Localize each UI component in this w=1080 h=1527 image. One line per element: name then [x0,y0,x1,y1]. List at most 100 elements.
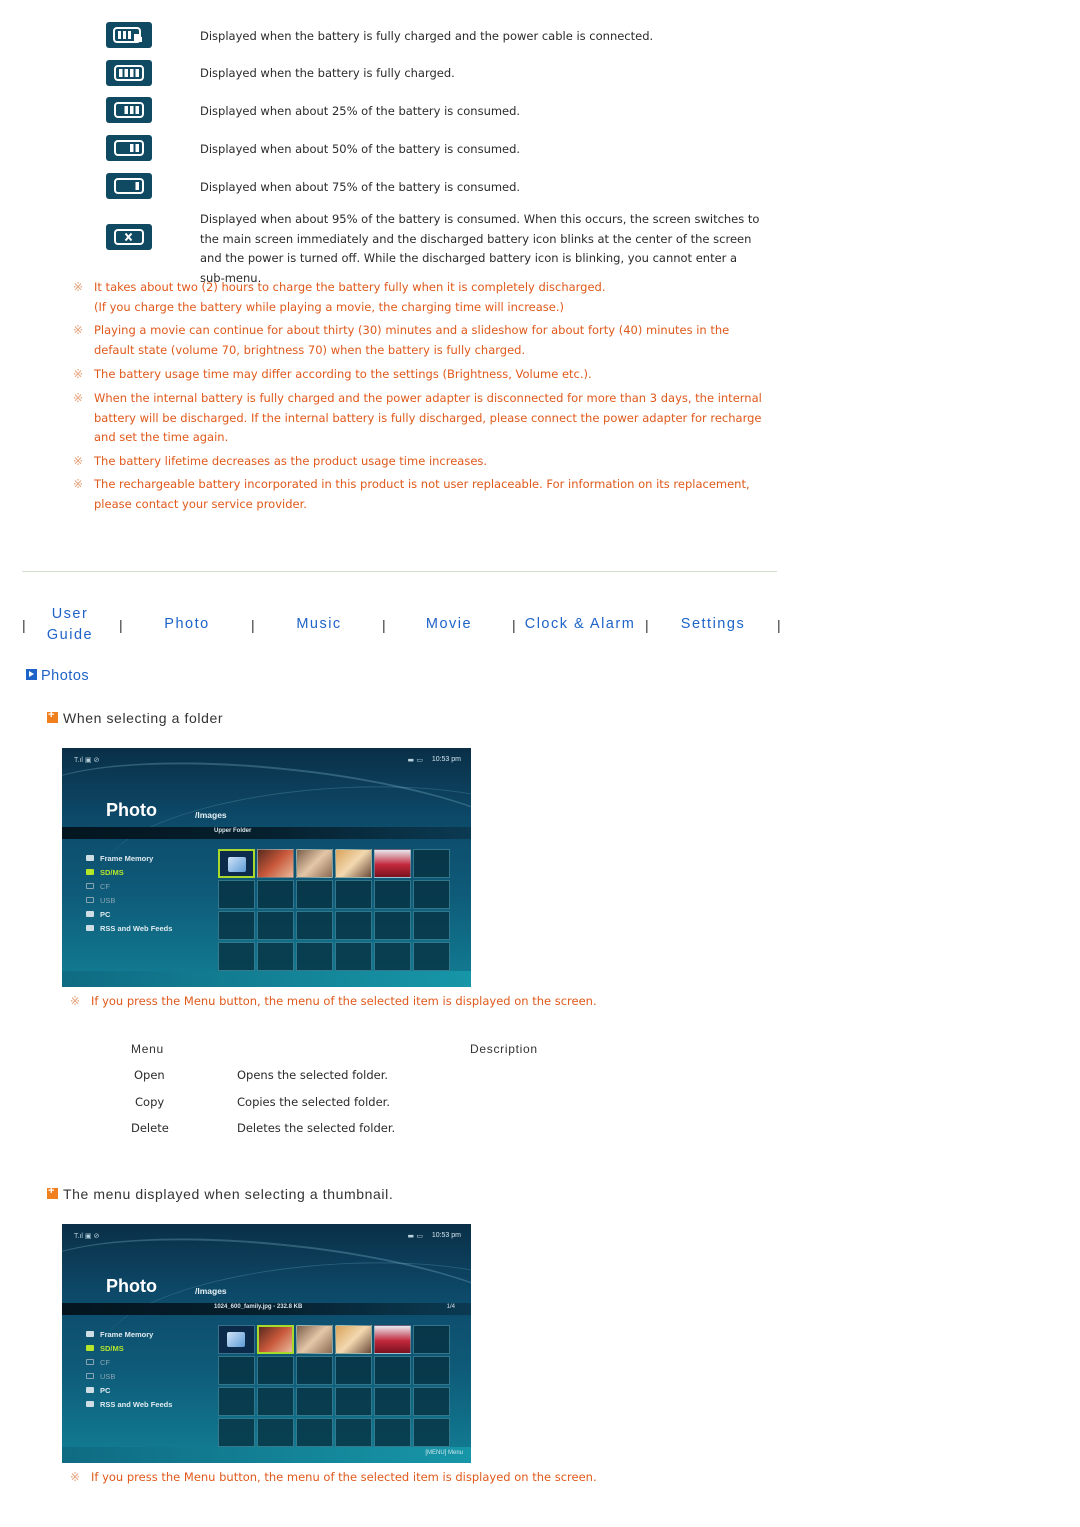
nav-link-user-guide[interactable]: User Guide [42,604,98,646]
menu-note: ※ If you press the Menu button, the menu… [70,1468,770,1488]
note-text: It takes about two (2) hours to charge t… [94,280,606,314]
note-mark-icon: ※ [70,1470,81,1484]
note-mark-icon: ※ [73,391,84,405]
table-cell-description: Deletes the selected folder. [237,1121,396,1135]
source-label: SD/MS [100,868,124,877]
cf-icon [86,883,94,889]
rss-icon [86,1401,94,1407]
rss-icon [86,925,94,931]
nav-separator: | [22,617,26,633]
section-title-text: Photos [41,668,90,684]
source-pc: PC [86,1384,172,1398]
note-mark-icon: ※ [73,280,84,294]
photo-thumbnail [257,849,294,878]
clock-time: 10:53 pm [431,1232,461,1239]
file-info-text: 1024_600_family.jpg - 232.8 KB [214,1304,303,1310]
table-cell-description: Opens the selected folder. [237,1068,389,1082]
status-icons-left: T.ıl ▣ ⊘ [74,1233,100,1240]
source-frame-memory: Frame Memory [86,1328,172,1342]
memory-icon [86,855,94,861]
empty-thumbnail [218,911,255,940]
menu-note: ※ If you press the Menu button, the menu… [70,992,770,1012]
empty-thumbnail [335,1387,372,1416]
empty-thumbnail [413,1325,450,1354]
empty-thumbnail [413,1356,450,1385]
upper-folder-thumbnail [218,1325,255,1354]
empty-thumbnail [413,942,450,971]
nav-link-photo[interactable]: Photo [150,616,224,632]
empty-thumbnail [413,1387,450,1416]
status-icons-right: ▬ ▭ [407,756,423,764]
status-icons-right: ▬ ▭ [407,1232,423,1240]
nav-link-clock-alarm[interactable]: Clock & Alarm [522,616,638,632]
note-mark-icon: ※ [73,367,84,381]
nav-separator: | [645,617,649,633]
empty-thumbnail [374,1418,411,1447]
folder-path: /Images [195,810,227,820]
battery-50-icon [106,135,152,161]
plus-square-icon [47,1185,58,1199]
empty-thumbnail [296,1387,333,1416]
battery-empty-icon [106,224,152,250]
subsection-title-text: When selecting a folder [63,710,224,726]
empty-thumbnail [257,1387,294,1416]
info-bar: Upper Folder [62,827,471,839]
photo-thumbnail [296,1325,333,1354]
empty-thumbnail [413,911,450,940]
empty-thumbnail [374,942,411,971]
screen-title: Photo [106,800,157,820]
empty-thumbnail [335,911,372,940]
device-screenshot-folder: T.ıl ▣ ⊘ ▬ ▭ 10:53 pm Photo /Images Uppe… [62,748,471,987]
card-icon [86,869,94,875]
photo-thumbnail [335,849,372,878]
source-usb: USB [86,894,172,908]
clock-time: 10:53 pm [431,756,461,763]
source-rss: RSS and Web Feeds [86,1398,172,1412]
nav-separator: | [119,617,123,633]
empty-thumbnail [257,942,294,971]
source-label: SD/MS [100,1344,124,1353]
note-text: When the internal battery is fully charg… [94,391,762,444]
section-title: Photos [26,668,89,684]
photo-thumbnail [296,849,333,878]
nav-link-movie[interactable]: Movie [412,616,486,632]
battery-description: Displayed when the battery is fully char… [200,29,654,43]
empty-thumbnail [413,1418,450,1447]
note-item: ※ The battery lifetime decreases as the … [73,452,773,472]
empty-thumbnail [374,880,411,909]
note-text: If you press the Menu button, the menu o… [91,1470,597,1484]
source-frame-memory: Frame Memory [86,852,172,866]
nav-separator: | [512,617,516,633]
empty-thumbnail [335,880,372,909]
source-rss: RSS and Web Feeds [86,922,172,936]
source-label: CF [100,1358,110,1367]
battery-full-icon [106,60,152,86]
source-label: PC [100,910,111,919]
upper-folder-thumbnail [218,849,255,878]
source-sd-ms: SD/MS [86,866,172,880]
empty-thumbnail [296,911,333,940]
empty-thumbnail [296,880,333,909]
source-menu: Frame Memory SD/MS CF USB PC RSS and Web… [86,852,172,936]
source-label: PC [100,1386,111,1395]
nav-link-settings[interactable]: Settings [670,616,756,632]
note-text: If you press the Menu button, the menu o… [91,994,597,1008]
table-header-description: Description [470,1042,538,1056]
nav-link-music[interactable]: Music [282,616,356,632]
nav-separator: | [251,617,255,633]
note-mark-icon: ※ [73,477,84,491]
memory-icon [86,1331,94,1337]
note-item: ※ The rechargeable battery incorporated … [73,475,773,514]
empty-thumbnail [257,1418,294,1447]
bottom-bar [62,971,471,987]
thumbnail-grid [218,1325,450,1447]
battery-75-icon [106,97,152,123]
source-menu: Frame Memory SD/MS CF USB PC RSS and Web… [86,1328,172,1412]
card-icon [86,1345,94,1351]
note-item: ※ It takes about two (2) hours to charge… [73,278,773,317]
note-mark-icon: ※ [70,994,81,1008]
note-text: The battery lifetime decreases as the pr… [94,454,488,468]
folder-path: /Images [195,1286,227,1296]
guide-nav: | User Guide | Photo | Music | Movie | C… [0,600,800,650]
screen-title: Photo [106,1276,157,1296]
